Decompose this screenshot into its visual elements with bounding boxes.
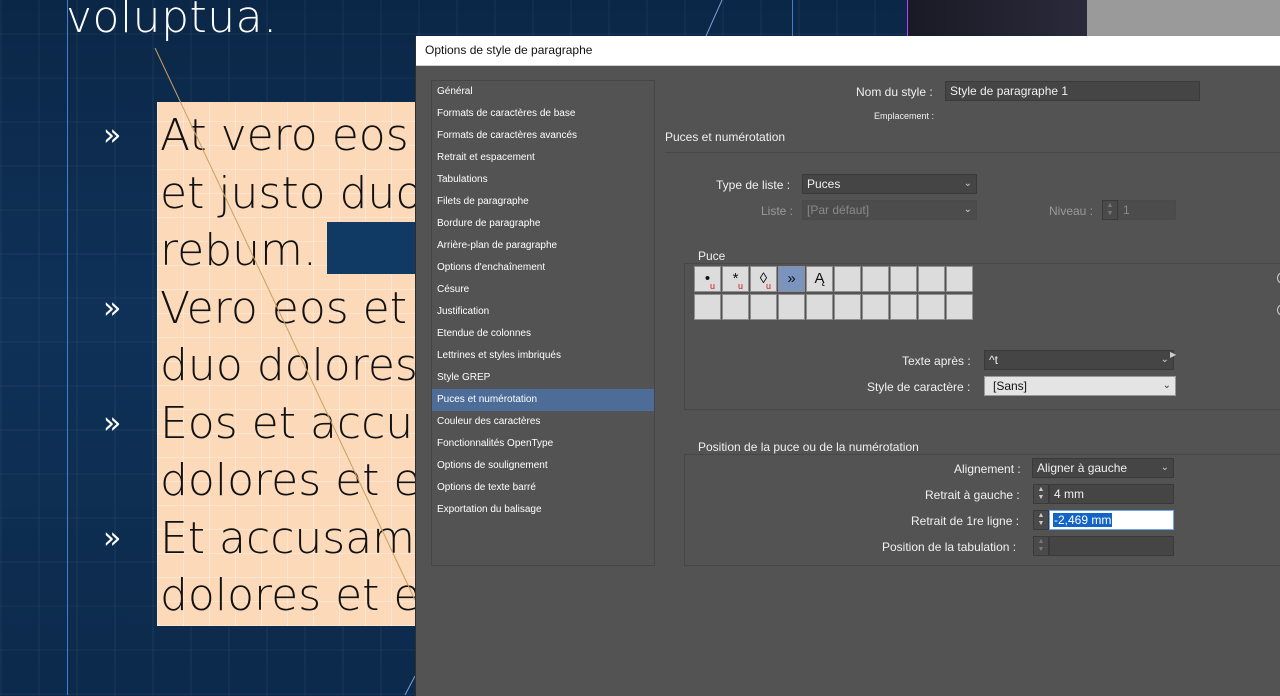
category-character-color[interactable]: Couleur des caractères (432, 411, 654, 433)
bullet-char-cell-empty[interactable] (806, 294, 833, 320)
stepper-icon[interactable]: ▲ ▼ (1102, 200, 1118, 220)
list-type-dropdown[interactable]: Puces ⌄ (802, 174, 977, 194)
category-span-columns[interactable]: Etendue de colonnes (432, 323, 654, 345)
text-after-label: Texte après : (902, 354, 971, 368)
bullet-char-cell-empty[interactable] (778, 294, 805, 320)
category-list: Général Formats de caractères de base Fo… (431, 80, 655, 566)
category-paragraph-border[interactable]: Bordure de paragraphe (432, 213, 654, 235)
category-opentype[interactable]: Fonctionnalités OpenType (432, 433, 654, 455)
first-line-indent-input[interactable]: -2,469 mm (1049, 510, 1174, 530)
level-input[interactable]: 1 (1118, 200, 1176, 220)
section-title: Puces et numérotation (665, 130, 786, 144)
category-keep-options[interactable]: Options d'enchaînement (432, 257, 654, 279)
bullet-group-title: Puce (696, 249, 728, 263)
left-indent-input[interactable]: 4 mm (1049, 484, 1174, 504)
list-label: Liste : (761, 204, 794, 218)
category-general[interactable]: Général (432, 81, 654, 103)
first-line-indent-label: Retrait de 1re ligne : (911, 514, 1020, 528)
list-dropdown[interactable]: [Par défaut] ⌄ (802, 200, 977, 220)
category-advanced-char-formats[interactable]: Formats de caractères avancés (432, 125, 654, 147)
bullet-char-cell-empty[interactable] (918, 266, 945, 292)
category-underline-options[interactable]: Options de soulignement (432, 455, 654, 477)
list-value: [Par défaut] (807, 203, 870, 217)
text-after-value: ^t (989, 353, 998, 367)
dialog-title[interactable]: Options de style de paragraphe (416, 36, 1280, 66)
paragraph-style-options-dialog: Options de style de paragraphe Général F… (415, 36, 1280, 696)
flyout-arrow-icon[interactable]: ▶ (1170, 350, 1176, 359)
stepper-icon[interactable]: ▲ ▼ (1033, 536, 1049, 556)
section-separator (665, 152, 1280, 153)
category-export-tagging[interactable]: Exportation du balisage (432, 499, 654, 521)
location-label: Emplacement : (874, 111, 935, 121)
list-type-label: Type de liste : (716, 178, 791, 192)
bullet-char-cell-empty[interactable] (890, 294, 917, 320)
char-style-label: Style de caractère : (867, 380, 971, 394)
chevron-down-icon: ⌄ (1160, 354, 1169, 365)
bullet-char-cell-empty[interactable] (694, 294, 721, 320)
bullet-char-cell[interactable]: ◊ u (750, 266, 777, 292)
tab-position-label: Position de la tabulation : (882, 540, 1017, 554)
category-paragraph-shading[interactable]: Arrière-plan de paragraphe (432, 235, 654, 257)
bullet-char-cell-empty[interactable] (862, 266, 889, 292)
style-name-input[interactable]: Style de paragraphe 1 (945, 81, 1200, 101)
chevron-down-icon: ⌄ (1162, 380, 1171, 391)
position-group-title: Position de la puce ou de la numérotatio… (696, 440, 921, 454)
alignment-label: Alignement : (954, 462, 1021, 476)
bullet-char-cell-empty[interactable] (834, 266, 861, 292)
list-type-value: Puces (807, 177, 841, 191)
bullet-char-cell[interactable]: * u (722, 266, 749, 292)
chevron-down-icon: ⌄ (963, 204, 972, 215)
category-basic-char-formats[interactable]: Formats de caractères de base (432, 103, 654, 125)
bullet-char-cell-empty[interactable] (890, 266, 917, 292)
category-tabs[interactable]: Tabulations (432, 169, 654, 191)
char-style-dropdown[interactable]: [Sans] ⌄ (984, 376, 1176, 396)
bullet-char-cell-selected[interactable]: » (778, 266, 805, 292)
tab-position-input[interactable] (1049, 536, 1174, 556)
bullet-char-cell-empty[interactable] (834, 294, 861, 320)
bullet-char-cell-empty[interactable] (862, 294, 889, 320)
stepper-icon[interactable]: ▲ ▼ (1033, 484, 1049, 504)
chevron-down-icon: ⌄ (1160, 462, 1169, 473)
text-after-dropdown[interactable]: ^t ⌄ (984, 350, 1174, 370)
bullet-char-cell[interactable]: • u (694, 266, 721, 292)
style-name-label: Nom du style : (856, 85, 933, 99)
char-style-value: [Sans] (993, 379, 1028, 393)
first-line-indent-value: -2,469 mm (1053, 513, 1113, 527)
category-bullets-numbering[interactable]: Puces et numérotation (432, 389, 654, 411)
bullet-char-cell-empty[interactable] (946, 266, 973, 292)
alignment-dropdown[interactable]: Aligner à gauche ⌄ (1032, 458, 1174, 478)
bullet-char-cell-empty[interactable] (918, 294, 945, 320)
stepper-icon[interactable]: ▲ ▼ (1033, 510, 1049, 530)
bullet-char-cell-empty[interactable] (722, 294, 749, 320)
category-paragraph-rules[interactable]: Filets de paragraphe (432, 191, 654, 213)
alignment-value: Aligner à gauche (1037, 461, 1128, 475)
left-indent-label: Retrait à gauche : (925, 488, 1020, 502)
bullet-char-cell-empty[interactable] (946, 294, 973, 320)
bullet-char-cell[interactable]: Ą (806, 266, 833, 292)
category-justification[interactable]: Justification (432, 301, 654, 323)
category-strikethrough-options[interactable]: Options de texte barré (432, 477, 654, 499)
category-grep-style[interactable]: Style GREP (432, 367, 654, 389)
chevron-down-icon: ⌄ (963, 178, 972, 189)
level-label: Niveau : (1049, 204, 1094, 218)
category-indents-spacing[interactable]: Retrait et espacement (432, 147, 654, 169)
category-hyphenation[interactable]: Césure (432, 279, 654, 301)
bullet-char-cell-empty[interactable] (750, 294, 777, 320)
category-drop-caps[interactable]: Lettrines et styles imbriqués (432, 345, 654, 367)
